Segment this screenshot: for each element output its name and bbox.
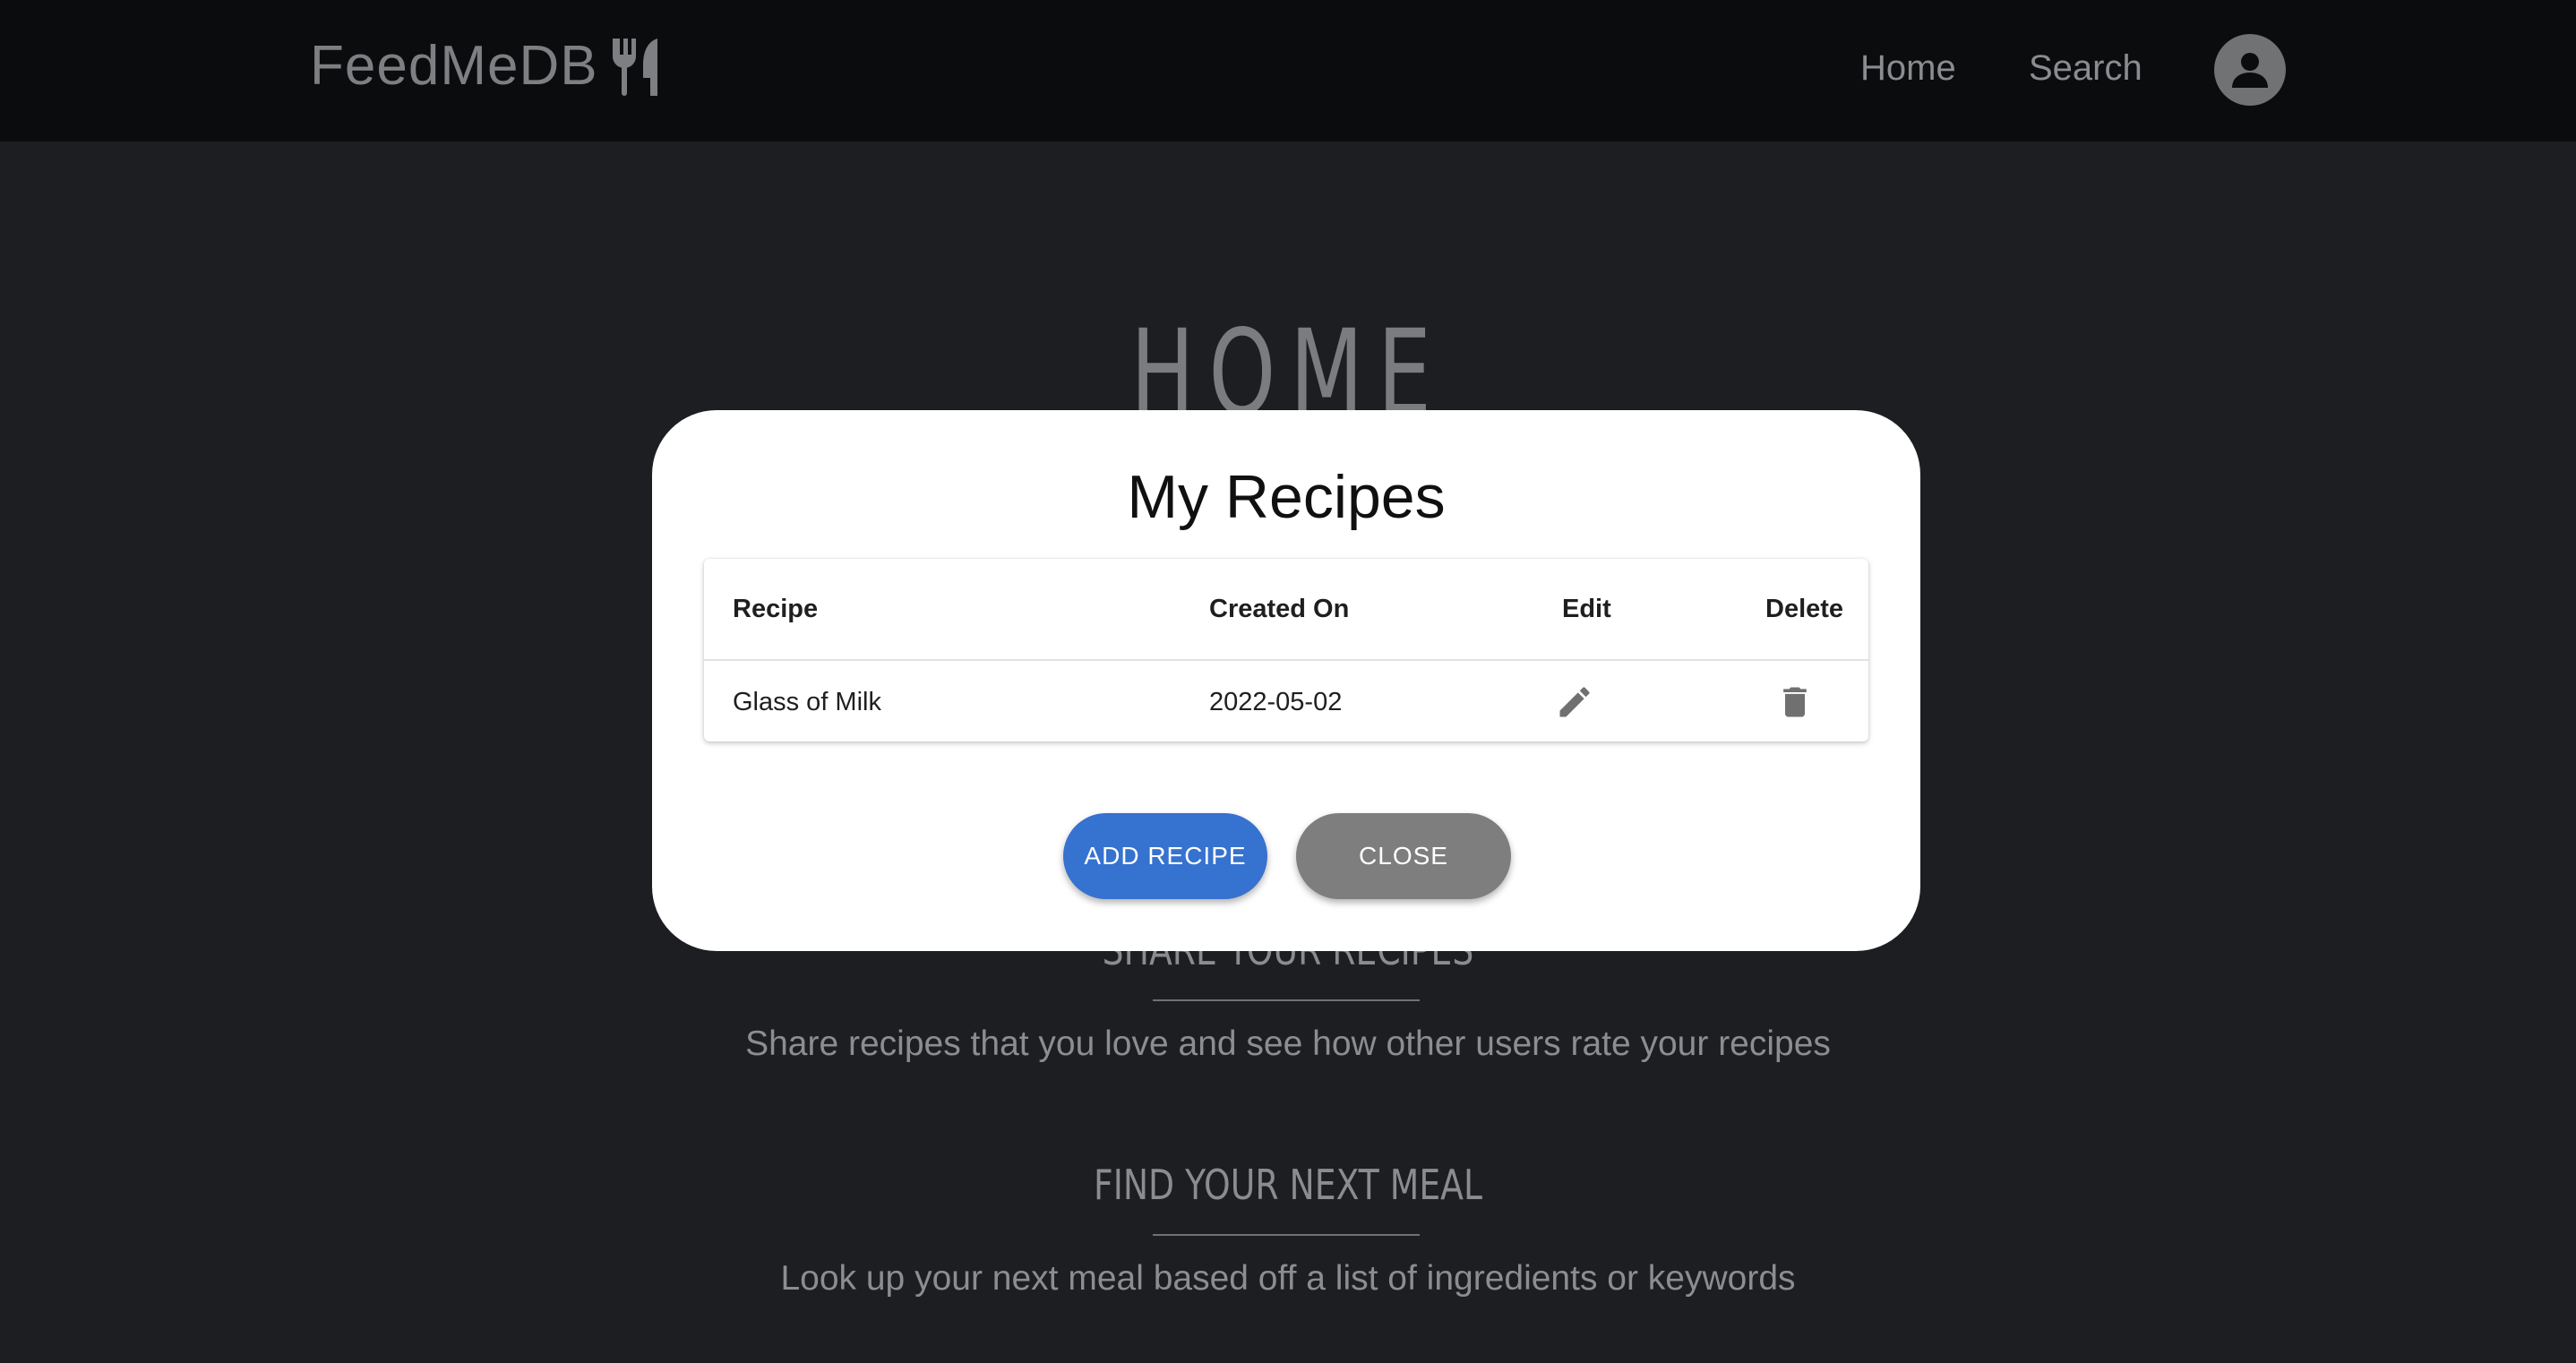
nav-search-link[interactable]: Search bbox=[2029, 48, 2142, 89]
trash-icon bbox=[1783, 687, 1807, 717]
delete-recipe-button[interactable] bbox=[1773, 681, 1816, 724]
pencil-icon bbox=[1559, 687, 1590, 717]
dialog-title: My Recipes bbox=[1127, 463, 1446, 531]
edit-recipe-button[interactable] bbox=[1553, 681, 1596, 724]
column-header-recipe: Recipe bbox=[733, 595, 819, 623]
brand-logo[interactable]: FeedMeDB bbox=[310, 34, 666, 98]
column-header-edit: Edit bbox=[1562, 595, 1611, 623]
user-avatar[interactable] bbox=[2214, 34, 2286, 106]
section-divider bbox=[1153, 1234, 1420, 1236]
add-recipe-button[interactable]: ADD RECIPE bbox=[1063, 813, 1267, 899]
recipe-name-cell: Glass of Milk bbox=[733, 688, 881, 716]
section-divider bbox=[1153, 999, 1420, 1001]
section-text-share: Share recipes that you love and see how … bbox=[745, 1024, 1831, 1063]
section-text-find: Look up your next meal based off a list … bbox=[780, 1259, 1796, 1298]
user-icon bbox=[2232, 53, 2268, 88]
column-header-delete: Delete bbox=[1765, 595, 1844, 623]
table-header: Recipe Created On Edit Delete bbox=[704, 559, 1868, 661]
section-title-find: FIND YOUR NEXT MEAL bbox=[1093, 1161, 1483, 1209]
recipes-table: Recipe Created On Edit Delete Glass of M… bbox=[704, 559, 1868, 742]
nav-home-link[interactable]: Home bbox=[1860, 48, 1956, 89]
close-button[interactable]: CLOSE bbox=[1296, 813, 1511, 899]
brand-name: FeedMeDB bbox=[310, 35, 598, 97]
column-header-created-on: Created On bbox=[1209, 595, 1350, 623]
created-on-cell: 2022-05-02 bbox=[1209, 688, 1343, 716]
top-navbar: FeedMeDB Home Search bbox=[0, 0, 2576, 141]
table-row: Glass of Milk 2022-05-02 bbox=[704, 661, 1868, 742]
my-recipes-dialog: My Recipes Recipe Created On Edit Delete… bbox=[652, 410, 1920, 951]
fork-knife-icon bbox=[612, 38, 657, 96]
